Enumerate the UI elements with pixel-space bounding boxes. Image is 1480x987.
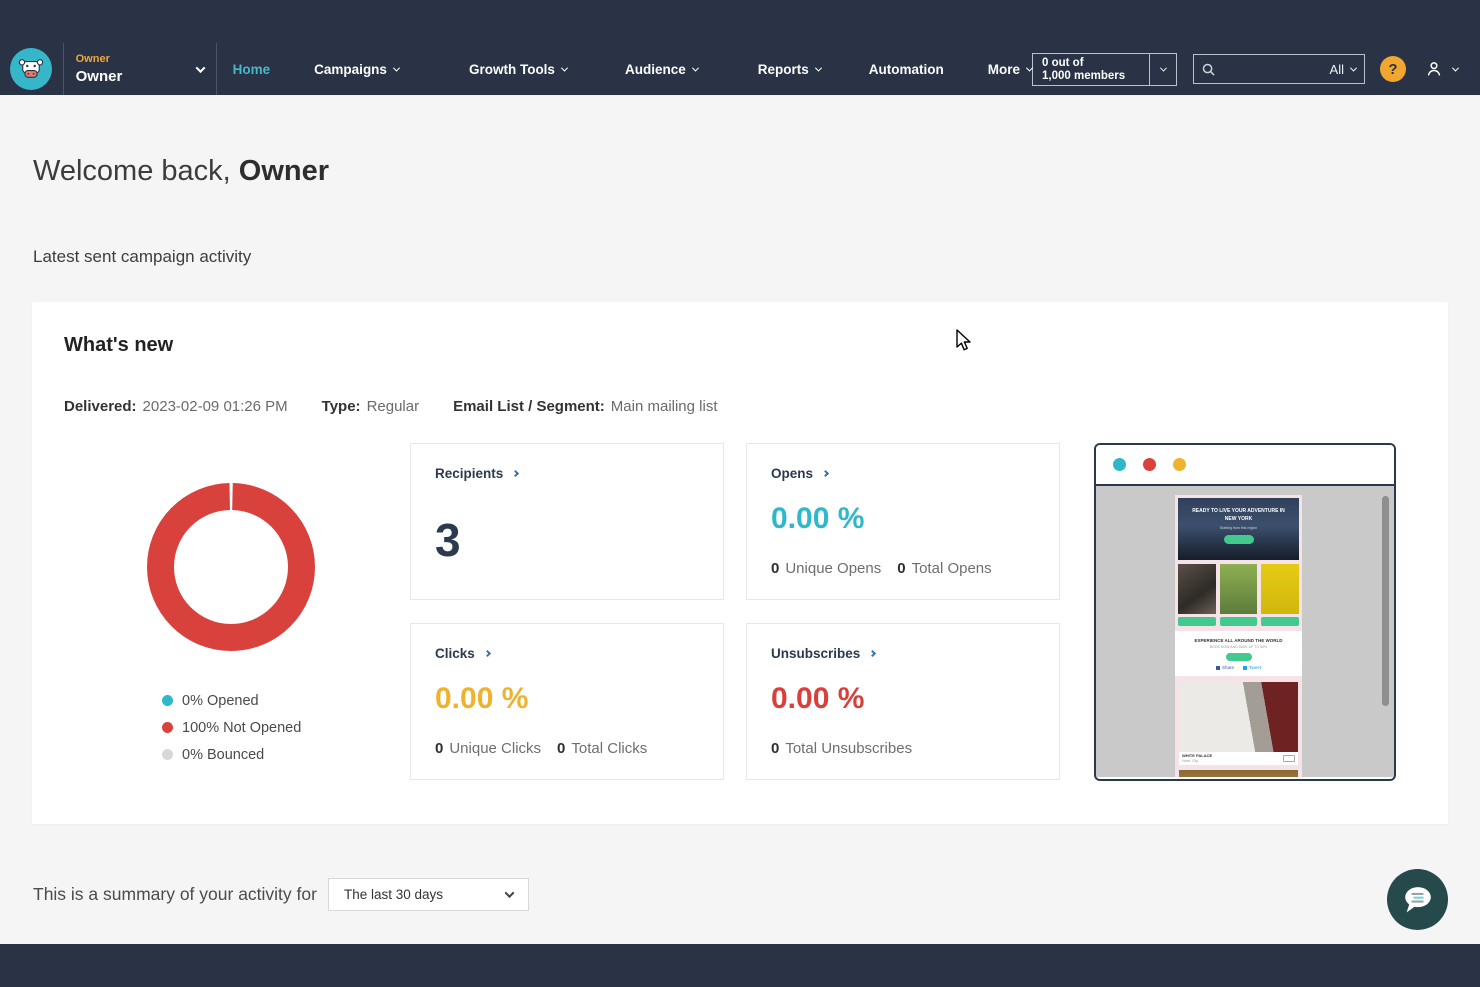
brand-logo[interactable] [0, 48, 63, 90]
legend-item-opened: 0% Opened [162, 687, 301, 714]
chevron-right-icon [869, 650, 876, 657]
app-screen: Owner Owner Home Campaigns Growth Tools … [0, 0, 1480, 987]
email-preview-body: READY TO LIVE YOUR ADVENTURE IN NEW YORK… [1096, 486, 1394, 777]
search-scope-dropdown[interactable]: All [1330, 62, 1356, 77]
chat-bubble-icon [1399, 881, 1437, 919]
facebook-icon [1216, 666, 1220, 670]
campaign-meta: Delivered:2023-02-09 01:26 PM Type:Regul… [64, 398, 752, 415]
clicks-card: Clicks 0.00 % 0Unique Clicks 0Total Clic… [410, 623, 724, 780]
nav-more[interactable]: More [988, 62, 1032, 77]
chevron-down-icon [1149, 54, 1176, 85]
email-cta-button [1224, 535, 1254, 544]
recipients-link[interactable]: Recipients [435, 466, 699, 481]
donut-legend: 0% Opened 100% Not Opened 0% Bounced [162, 687, 301, 768]
help-button[interactable]: ? [1380, 56, 1406, 82]
email-text-section: EXPERIENCE ALL AROUND THE WORLD BOOK NOW… [1175, 631, 1302, 676]
top-navigation-bar: Owner Owner Home Campaigns Growth Tools … [0, 0, 1480, 95]
email-preview-thumbnail[interactable]: READY TO LIVE YOUR ADVENTURE IN NEW YORK… [1094, 443, 1396, 781]
chevron-down-icon [195, 63, 205, 73]
email-hotel-photo [1179, 682, 1298, 752]
opens-link[interactable]: Opens [771, 466, 1035, 481]
window-dot-icon [1143, 458, 1156, 471]
nav-campaigns[interactable]: Campaigns [314, 62, 399, 77]
date-range-dropdown[interactable]: The last 30 days [328, 878, 529, 911]
clicks-details: 0Unique Clicks 0Total Clicks [435, 740, 647, 757]
chevron-right-icon [822, 470, 829, 477]
members-quota-dropdown[interactable]: 0 out of 1,000 members [1032, 53, 1177, 86]
window-dot-icon [1173, 458, 1186, 471]
user-icon [1424, 59, 1444, 79]
chevron-down-icon [1452, 64, 1459, 71]
email-content: READY TO LIVE YOUR ADVENTURE IN NEW YORK… [1175, 495, 1302, 777]
twitter-tweet-link: Tweet [1243, 665, 1261, 670]
nav-reports[interactable]: Reports [758, 62, 821, 77]
email-photo [1178, 564, 1216, 614]
chevron-down-icon [1350, 64, 1357, 71]
nav-automation[interactable]: Automation [869, 62, 944, 77]
bounced-dot-icon [162, 749, 173, 760]
clicks-rate: 0.00 % [435, 682, 528, 716]
clicks-link[interactable]: Clicks [435, 646, 699, 661]
delivered-meta: Delivered:2023-02-09 01:26 PM [64, 398, 288, 415]
email-hero-image: READY TO LIVE YOUR ADVENTURE IN NEW YORK… [1178, 498, 1299, 560]
opens-rate: 0.00 % [771, 502, 864, 536]
chevron-down-icon [393, 64, 400, 71]
welcome-user-name: Owner [239, 155, 329, 187]
legend-item-bounced: 0% Bounced [162, 741, 301, 768]
email-photo [1220, 564, 1258, 614]
legend-item-not-opened: 100% Not Opened [162, 714, 301, 741]
chevron-down-icon [815, 64, 822, 71]
browser-chrome [1096, 445, 1394, 486]
cow-mascot-icon [10, 48, 52, 90]
email-photo-buttons [1178, 617, 1299, 626]
not-opened-dot-icon [162, 722, 173, 733]
account-switcher[interactable]: Owner Owner [63, 43, 217, 95]
nav-growth-tools[interactable]: Growth Tools [469, 62, 567, 77]
unsubscribes-details: 0Total Unsubscribes [771, 740, 912, 757]
recipients-value: 3 [435, 513, 461, 567]
chevron-down-icon [561, 64, 568, 71]
chevron-right-icon [484, 650, 491, 657]
members-quota-text: 0 out of 1,000 members [1033, 54, 1149, 85]
opens-card: Opens 0.00 % 0Unique Opens 0Total Opens [746, 443, 1060, 600]
segment-meta: Email List / Segment:Main mailing list [453, 398, 717, 415]
campaign-activity-card: What's new Delivered:2023-02-09 01:26 PM… [32, 302, 1448, 824]
search-input[interactable] [1221, 62, 1324, 77]
main-nav: Home Campaigns Growth Tools Audience Rep… [217, 62, 1032, 77]
twitter-icon [1243, 666, 1247, 670]
email-lobby-photo [1179, 770, 1298, 777]
opens-details: 0Unique Opens 0Total Opens [771, 560, 992, 577]
email-photo-row [1178, 564, 1299, 614]
page-title: Welcome back, Owner [33, 155, 329, 188]
global-search: All [1193, 54, 1365, 84]
chevron-down-icon [505, 888, 515, 898]
summary-label: This is a summary of your activity for [33, 884, 317, 905]
opens-donut-chart [147, 483, 315, 651]
account-role: Owner [76, 53, 123, 65]
unsubscribes-card: Unsubscribes 0.00 % 0Total Unsubscribes [746, 623, 1060, 780]
campaign-title: What's new [64, 334, 173, 357]
account-name: Owner [76, 68, 123, 85]
activity-section-label: Latest sent campaign activity [33, 247, 251, 267]
search-icon [1202, 63, 1215, 76]
preview-scrollbar[interactable] [1382, 496, 1389, 706]
facebook-share-link: Share [1216, 665, 1234, 670]
email-cta-button [1226, 653, 1252, 661]
email-listing-button [1283, 755, 1295, 762]
recipients-card: Recipients 3 [410, 443, 724, 600]
opened-dot-icon [162, 695, 173, 706]
nav-home[interactable]: Home [233, 62, 271, 77]
unsubscribes-link[interactable]: Unsubscribes [771, 646, 1035, 661]
live-chat-button[interactable] [1387, 869, 1448, 930]
email-listing-caption: WHITE PALACEHotel, City [1179, 752, 1298, 765]
chevron-down-icon [692, 64, 699, 71]
email-photo [1261, 564, 1299, 614]
footer-bar [0, 944, 1480, 987]
unsubscribes-rate: 0.00 % [771, 682, 864, 716]
window-dot-icon [1113, 458, 1126, 471]
type-meta: Type:Regular [322, 398, 419, 415]
chevron-right-icon [512, 470, 519, 477]
nav-audience[interactable]: Audience [625, 62, 698, 77]
user-menu[interactable] [1424, 59, 1458, 79]
